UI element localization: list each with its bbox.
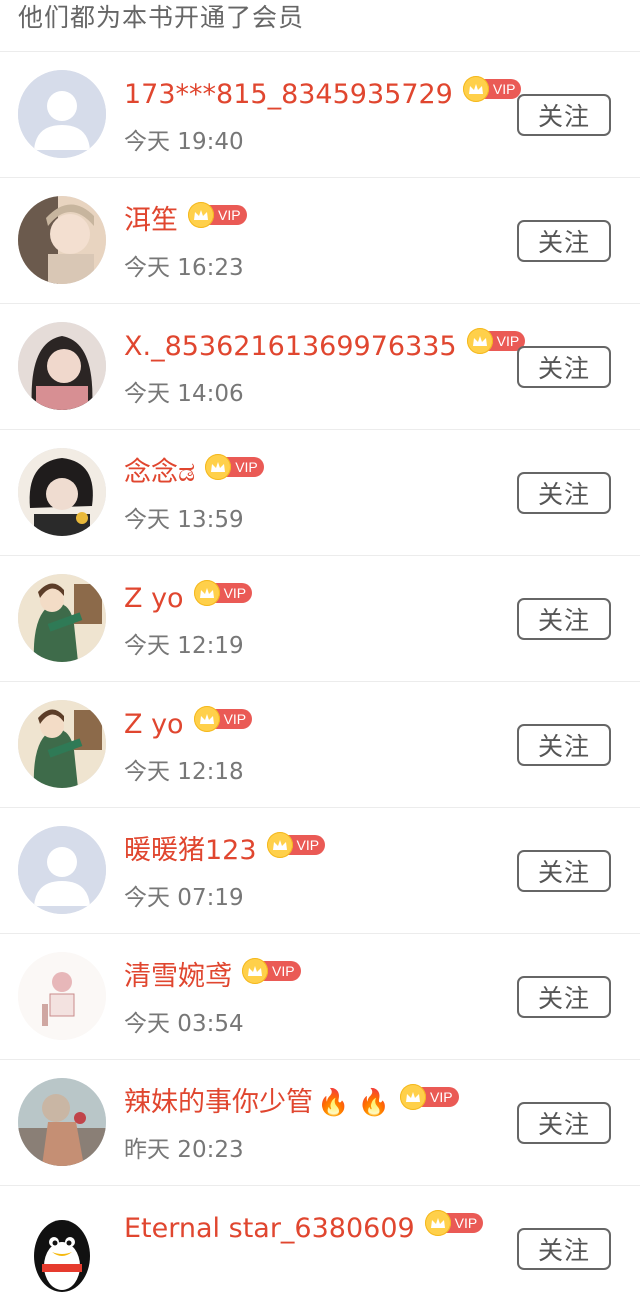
crown-icon — [424, 1210, 451, 1236]
photo-avatar-icon — [18, 448, 106, 536]
follow-button[interactable]: 关注 — [517, 472, 611, 514]
name-line: Z yo VIP — [124, 706, 253, 744]
crown-icon — [400, 1084, 427, 1110]
crown-icon — [193, 580, 220, 606]
page-header: 他们都为本书开通了会员 — [0, 0, 640, 52]
fire-emoji: 🔥 🔥 — [317, 1088, 391, 1118]
avatar[interactable] — [18, 1204, 106, 1292]
list-item[interactable]: Eternal star_6380609 VIP 关注 — [0, 1186, 640, 1292]
member-name[interactable]: Eternal star_6380609 — [124, 1210, 415, 1248]
avatar[interactable] — [18, 574, 106, 662]
member-time: 今天 14:06 — [124, 381, 244, 407]
avatar[interactable] — [18, 952, 106, 1040]
member-time: 今天 12:19 — [124, 633, 244, 659]
member-time: 今天 07:19 — [124, 885, 244, 911]
follow-button[interactable]: 关注 — [517, 220, 611, 262]
photo-avatar-icon — [18, 322, 106, 410]
follow-button[interactable]: 关注 — [517, 1228, 611, 1270]
member-name[interactable]: 清雪婉鸢 — [124, 958, 232, 996]
list-item[interactable]: Z yo VIP 今天 12:18 关注 — [0, 682, 640, 808]
vip-badge: VIP — [242, 958, 301, 984]
default-avatar-icon — [18, 826, 106, 914]
avatar[interactable] — [18, 322, 106, 410]
vip-badge: VIP — [188, 202, 247, 228]
member-time: 今天 03:54 — [124, 1011, 244, 1037]
vip-badge: VIP — [266, 832, 326, 858]
follow-button[interactable]: 关注 — [517, 850, 611, 892]
name-line: X._85362161369976335 VIP — [124, 328, 526, 366]
vip-badge: VIP — [462, 76, 522, 102]
avatar[interactable] — [18, 70, 106, 158]
name-line: 念念ಡ VIP — [124, 454, 264, 492]
crown-icon — [188, 202, 214, 228]
default-avatar-icon — [18, 70, 106, 158]
member-time: 今天 13:59 — [124, 507, 244, 533]
list-item[interactable]: X._85362161369976335 VIP 今天 14:06 关注 — [0, 304, 640, 430]
photo-avatar-icon — [18, 1078, 106, 1166]
name-line: 暖暖猪123 VIP — [124, 832, 326, 870]
member-name[interactable]: 洱笙 — [124, 202, 178, 240]
illustration-avatar-icon — [18, 952, 106, 1040]
vip-badge: VIP — [400, 1084, 459, 1110]
follow-button[interactable]: 关注 — [517, 1102, 611, 1144]
list-item[interactable]: Z yo VIP 今天 12:19 关注 — [0, 556, 640, 682]
member-list: 173***815_8345935729 VIP 今天 19:40 关注 洱笙 … — [0, 52, 640, 1292]
member-name[interactable]: 173***815_8345935729 — [124, 76, 453, 114]
member-name[interactable]: Z yo — [124, 706, 184, 744]
crown-icon — [242, 958, 268, 984]
member-time: 今天 16:23 — [124, 255, 244, 281]
list-item[interactable]: 清雪婉鸢 VIP 今天 03:54 关注 — [0, 934, 640, 1060]
illustration-avatar-icon — [18, 574, 106, 662]
crown-icon — [193, 706, 220, 732]
member-name[interactable]: 辣妹的事你少管 — [124, 1084, 313, 1122]
member-name[interactable]: Z yo — [124, 580, 184, 618]
vip-badge: VIP — [193, 706, 253, 732]
illustration-avatar-icon — [18, 700, 106, 788]
name-line: 洱笙 VIP — [124, 202, 247, 240]
name-line: 辣妹的事你少管 🔥 🔥 VIP — [124, 1084, 459, 1122]
crown-icon — [462, 76, 489, 102]
name-line: Z yo VIP — [124, 580, 253, 618]
member-name[interactable]: 暖暖猪123 — [124, 832, 257, 870]
vip-badge: VIP — [193, 580, 253, 606]
follow-button[interactable]: 关注 — [517, 976, 611, 1018]
list-item[interactable]: 辣妹的事你少管 🔥 🔥 VIP 昨天 20:23 关注 — [0, 1060, 640, 1186]
follow-button[interactable]: 关注 — [517, 724, 611, 766]
follow-button[interactable]: 关注 — [517, 94, 611, 136]
list-item[interactable]: 173***815_8345935729 VIP 今天 19:40 关注 — [0, 52, 640, 178]
avatar[interactable] — [18, 448, 106, 536]
name-line: 173***815_8345935729 VIP — [124, 76, 522, 114]
avatar[interactable] — [18, 196, 106, 284]
page-title: 他们都为本书开通了会员 — [18, 3, 305, 32]
list-item[interactable]: 念念ಡ VIP 今天 13:59 关注 — [0, 430, 640, 556]
photo-avatar-icon — [18, 196, 106, 284]
member-time: 今天 19:40 — [124, 129, 244, 155]
member-name[interactable]: X._85362161369976335 — [124, 328, 457, 366]
vip-badge: VIP — [424, 1210, 484, 1236]
crown-icon — [266, 832, 293, 858]
follow-button[interactable]: 关注 — [517, 346, 611, 388]
vip-badge: VIP — [466, 328, 526, 354]
crown-icon — [466, 328, 493, 354]
penguin-avatar-icon — [18, 1204, 106, 1292]
member-time: 今天 12:18 — [124, 759, 244, 785]
name-line: 清雪婉鸢 VIP — [124, 958, 301, 996]
name-line: Eternal star_6380609 VIP — [124, 1210, 484, 1248]
list-item[interactable]: 洱笙 VIP 今天 16:23 关注 — [0, 178, 640, 304]
member-time: 昨天 20:23 — [124, 1137, 244, 1163]
avatar[interactable] — [18, 700, 106, 788]
avatar[interactable] — [18, 1078, 106, 1166]
list-item[interactable]: 暖暖猪123 VIP 今天 07:19 关注 — [0, 808, 640, 934]
vip-badge: VIP — [205, 454, 264, 480]
avatar[interactable] — [18, 826, 106, 914]
follow-button[interactable]: 关注 — [517, 598, 611, 640]
member-name[interactable]: 念念ಡ — [124, 454, 195, 492]
